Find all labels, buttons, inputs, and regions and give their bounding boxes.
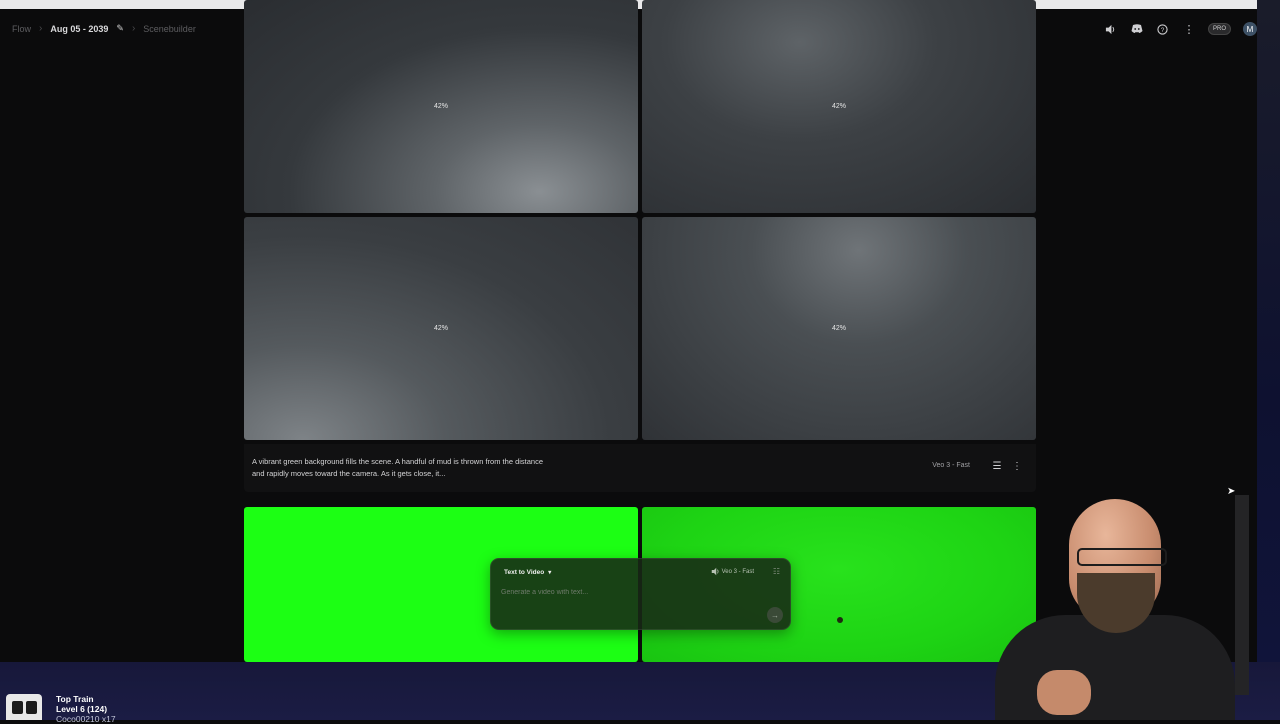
overlay-line-3: Coco00210 x17 bbox=[56, 714, 116, 724]
volume-icon[interactable] bbox=[1104, 22, 1118, 36]
microphone-stand bbox=[1235, 495, 1249, 695]
breadcrumb-flow[interactable]: Flow bbox=[12, 24, 31, 34]
mode-dropdown[interactable]: Text to Video ▾ bbox=[504, 569, 551, 576]
edit-pencil-icon[interactable]: ✎ bbox=[116, 23, 124, 34]
caret-down-icon: ▾ bbox=[548, 570, 552, 576]
progress-label: 42% bbox=[831, 325, 846, 332]
svg-text:?: ? bbox=[1161, 26, 1165, 33]
game-logo-icon bbox=[6, 694, 42, 720]
generation-caption: A vibrant green background fills the sce… bbox=[244, 444, 1036, 492]
more-vertical-icon[interactable]: ⋮ bbox=[1182, 22, 1196, 36]
settings-icon[interactable]: ☷ bbox=[773, 567, 780, 576]
model-selector[interactable]: Veo 3 - Fast bbox=[722, 569, 754, 575]
pro-badge: PRO bbox=[1207, 23, 1231, 35]
breadcrumb-project[interactable]: Aug 05 - 2039 bbox=[50, 24, 108, 34]
progress-label: 42% bbox=[831, 103, 846, 110]
model-label: Veo 3 - Fast bbox=[932, 462, 970, 469]
reuse-prompt-icon[interactable]: ☰ bbox=[990, 459, 1004, 473]
volume-icon[interactable] bbox=[711, 567, 720, 578]
webcam-overlay bbox=[965, 485, 1280, 720]
send-arrow-icon[interactable]: → bbox=[767, 607, 783, 623]
video-tile-4[interactable]: 42% bbox=[642, 217, 1036, 440]
prompt-text: A vibrant green background fills the sce… bbox=[252, 457, 544, 478]
header-actions: ? ⋮ PRO M bbox=[1104, 22, 1257, 36]
progress-label: 42% bbox=[433, 103, 448, 110]
chevron-right-icon: › bbox=[131, 23, 136, 34]
video-tile-1[interactable]: 42% bbox=[244, 0, 638, 213]
video-tile-3[interactable]: 42% bbox=[244, 217, 638, 440]
breadcrumb: Flow › Aug 05 - 2039 ✎ › Scenebuilder bbox=[12, 23, 196, 34]
prompt-composer: Text to Video▾ Veo 3 - Fast ☷ → bbox=[490, 558, 791, 630]
help-icon[interactable]: ? bbox=[1156, 22, 1170, 36]
overlay-line-1: Top Train bbox=[56, 694, 94, 704]
video-tile-2[interactable]: 42% bbox=[642, 0, 1036, 213]
mode-label: Text to Video bbox=[504, 569, 545, 576]
avatar[interactable]: M bbox=[1243, 22, 1257, 36]
discord-icon[interactable] bbox=[1130, 22, 1144, 36]
progress-label: 42% bbox=[433, 325, 448, 332]
person-hand bbox=[1037, 670, 1091, 715]
mud-object bbox=[837, 617, 843, 623]
overlay-line-2: Level 6 (124) bbox=[56, 704, 108, 714]
chevron-right-icon: › bbox=[39, 23, 43, 34]
breadcrumb-scenebuilder[interactable]: Scenebuilder bbox=[143, 24, 196, 34]
more-vertical-icon[interactable]: ⋮ bbox=[1010, 459, 1024, 473]
glasses-icon bbox=[1077, 548, 1167, 566]
prompt-input[interactable] bbox=[499, 588, 743, 597]
